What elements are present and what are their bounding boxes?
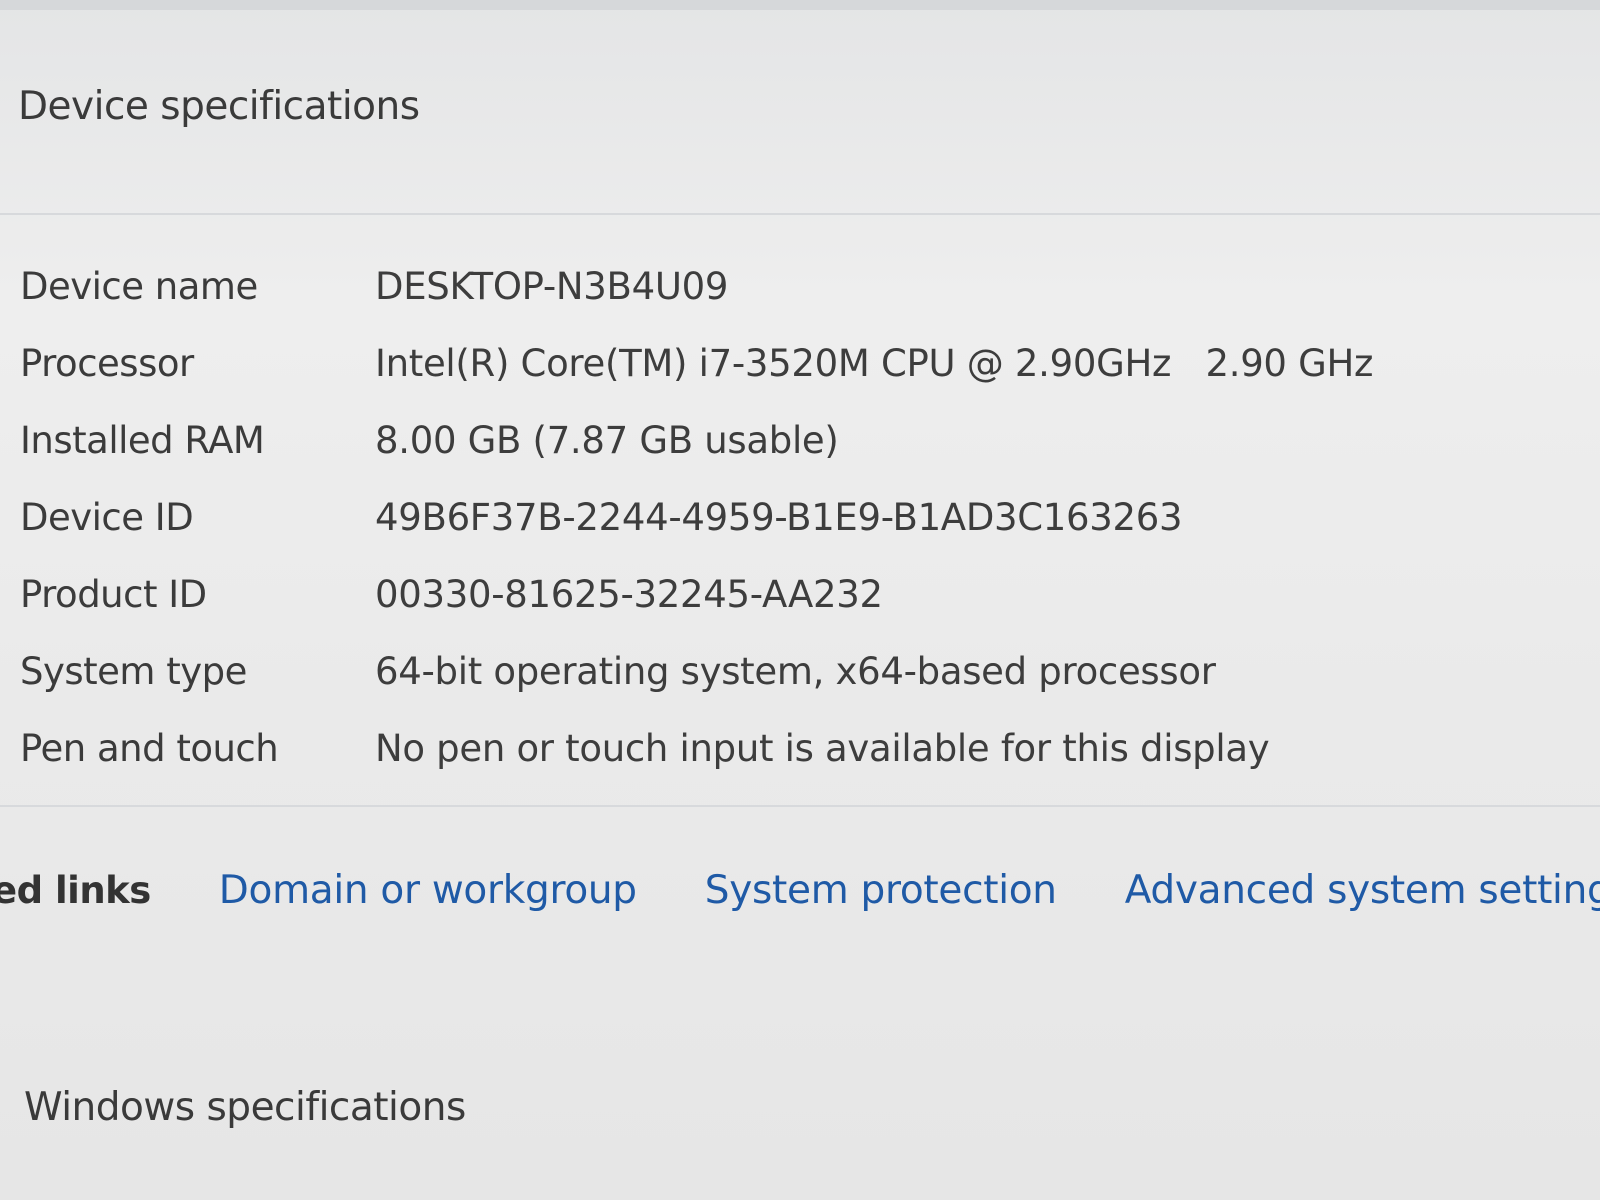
device-specifications-list: Device name DESKTOP-N3B4U09 Processor In…: [20, 248, 1520, 787]
spec-row-device-id: Device ID 49B6F37B-2244-4959-B1E9-B1AD3C…: [20, 479, 1520, 556]
related-links-bar: ed links Domain or workgroup System prot…: [0, 862, 1600, 918]
settings-about-page: Device specifications Device name DESKTO…: [0, 0, 1600, 1200]
spec-label: System type: [20, 650, 247, 693]
spec-value: 64-bit operating system, x64-based proce…: [375, 650, 1216, 693]
spec-label: Installed RAM: [20, 419, 265, 462]
domain-or-workgroup-link[interactable]: Domain or workgroup: [219, 868, 637, 913]
divider: [0, 805, 1600, 807]
divider: [0, 213, 1600, 215]
windows-specifications-heading: Windows specifications: [24, 1085, 466, 1130]
spec-row-product-id: Product ID 00330-81625-32245-AA232: [20, 556, 1520, 633]
spec-value: 00330-81625-32245-AA232: [375, 573, 883, 616]
spec-row-pen-and-touch: Pen and touch No pen or touch input is a…: [20, 710, 1520, 787]
spec-value: 8.00 GB (7.87 GB usable): [375, 419, 839, 462]
spec-label: Device ID: [20, 496, 194, 539]
spec-value: Intel(R) Core(TM) i7-3520M CPU @ 2.90GHz…: [375, 342, 1374, 385]
spec-row-installed-ram: Installed RAM 8.00 GB (7.87 GB usable): [20, 402, 1520, 479]
top-shade: [0, 0, 1600, 10]
system-protection-link[interactable]: System protection: [705, 868, 1057, 913]
advanced-system-settings-link[interactable]: Advanced system settings: [1125, 868, 1600, 913]
spec-row-processor: Processor Intel(R) Core(TM) i7-3520M CPU…: [20, 325, 1520, 402]
spec-row-system-type: System type 64-bit operating system, x64…: [20, 633, 1520, 710]
device-specifications-heading: Device specifications: [18, 84, 420, 129]
spec-label: Device name: [20, 265, 258, 308]
spec-label: Processor: [20, 342, 194, 385]
related-links-label: ed links: [0, 868, 151, 912]
spec-value: DESKTOP-N3B4U09: [375, 265, 729, 308]
spec-value: 49B6F37B-2244-4959-B1E9-B1AD3C163263: [375, 496, 1183, 539]
spec-value: No pen or touch input is available for t…: [375, 727, 1270, 770]
spec-row-device-name: Device name DESKTOP-N3B4U09: [20, 248, 1520, 325]
spec-label: Pen and touch: [20, 727, 279, 770]
spec-label: Product ID: [20, 573, 207, 616]
